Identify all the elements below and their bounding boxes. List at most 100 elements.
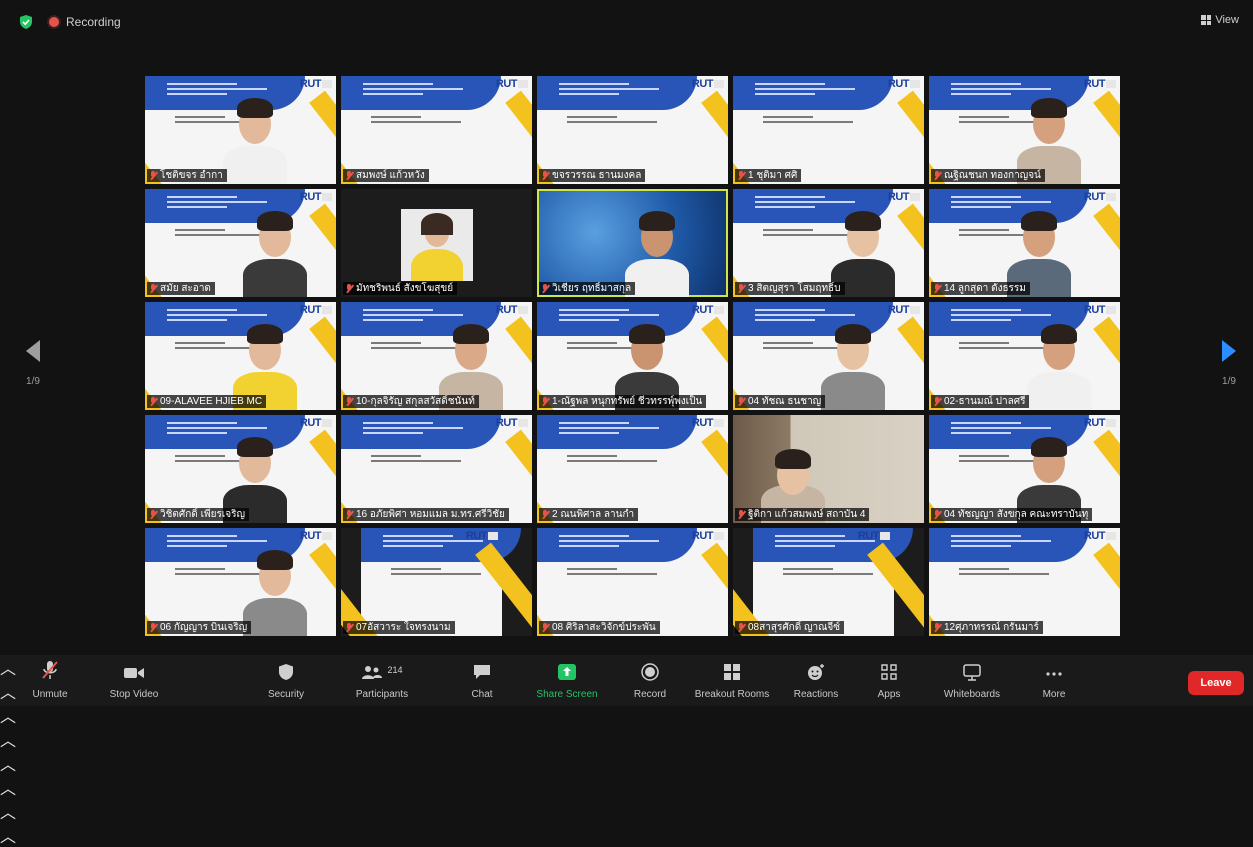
participant-name: มัทชริพนธ์ สังขโฆสุขย์ — [356, 283, 454, 294]
microphone-muted-icon — [738, 284, 745, 293]
microphone-muted-icon — [542, 171, 549, 180]
participant-name: 16 อภัยพิศา หอมแมล ม.ทร.ศรีวิชัย — [356, 509, 505, 520]
rut-logo: RUT — [692, 530, 724, 542]
record-button[interactable]: Record — [630, 655, 670, 706]
participant-tile[interactable]: RUT 12ศุภาทรรณ์ กรันมาร์ — [929, 528, 1120, 636]
microphone-muted-icon — [542, 510, 549, 519]
participant-tile[interactable]: มัทชริพนธ์ สังขโฆสุขย์ — [341, 189, 532, 297]
participant-name: 09-ALAVEE HJIEB MC — [160, 396, 263, 407]
participant-tile[interactable]: RUT 16 อภัยพิศา หอมแมล ม.ทร.ศรีวิชัย — [341, 415, 532, 523]
participant-name: 3 สิตญสุรา โสมฤทธิ์บ — [748, 283, 841, 294]
participant-name-label: 07อัสวาระ ใจทรงนาม — [343, 621, 455, 634]
more-label: More — [1042, 689, 1066, 700]
apps-options-chevron-icon[interactable]: ︿ — [0, 799, 1253, 823]
page-indicator-right: 1/9 — [1222, 376, 1236, 387]
participant-tile[interactable]: RUT 09-ALAVEE HJIEB MC — [145, 302, 336, 410]
microphone-muted-icon — [542, 623, 549, 632]
participant-name: 02-ธานมณ์ ปาลศรี — [944, 396, 1026, 407]
participant-name-label: ขจรวรรณ ธานมงคล — [539, 169, 646, 182]
view-button[interactable]: View — [1201, 14, 1239, 26]
participant-name-label: มัทชริพนธ์ สังขโฆสุขย์ — [343, 282, 458, 295]
more-button[interactable]: More — [1036, 655, 1072, 706]
rut-logo: RUT — [300, 78, 332, 90]
chat-button[interactable]: Chat — [464, 655, 500, 706]
participants-button[interactable]: 214 Participants — [350, 655, 414, 706]
participant-tile[interactable]: RUT 14 ลูกสุดา ดังธรรม — [929, 189, 1120, 297]
participant-tile[interactable]: RUT 02-ธานมณ์ ปาลศรี — [929, 302, 1120, 410]
smiley-plus-icon — [806, 655, 826, 681]
participant-name: โชติขจร อำกา — [160, 170, 223, 181]
participant-name: 04 ทัชณ ธนชาญ — [748, 396, 822, 407]
microphone-muted-icon — [934, 397, 941, 406]
participant-tile[interactable]: RUT 04 ทัชณ ธนชาญ — [733, 302, 924, 410]
microphone-muted-icon — [150, 284, 157, 293]
rut-logo: RUT — [496, 78, 528, 90]
previous-page-button[interactable]: 1/9 — [18, 340, 48, 387]
microphone-muted-icon — [150, 171, 157, 180]
recording-indicator-icon — [49, 17, 59, 27]
participants-options-chevron-icon[interactable]: ︿ — [0, 703, 1253, 727]
meeting-toolbar: Unmute ︿ Stop Video ︿ Security 214 Parti… — [0, 655, 1253, 846]
reactions-button[interactable]: Reactions — [790, 655, 842, 706]
breakout-rooms-button[interactable]: Breakout Rooms — [690, 655, 774, 706]
reactions-options-chevron-icon[interactable]: ︿ — [0, 775, 1253, 799]
participant-name: 06 กัญญาร บินเจริญ — [160, 622, 248, 633]
participant-tile[interactable]: RUT 2 ณนพิศาล ลานกำ — [537, 415, 728, 523]
participant-name: 10-กุลจิรัญ สกุลสวัสดิ์ชนันท์ — [356, 396, 475, 407]
encryption-shield-icon[interactable] — [19, 15, 33, 29]
microphone-muted-icon — [934, 284, 941, 293]
participants-label: Participants — [355, 689, 409, 700]
participant-tile[interactable]: RUT สมัย สะอาด — [145, 189, 336, 297]
participant-video — [235, 189, 315, 297]
share-options-chevron-icon[interactable]: ︿ — [0, 751, 1253, 775]
microphone-muted-icon — [738, 510, 745, 519]
whiteboards-button[interactable]: Whiteboards — [938, 655, 1006, 706]
participant-tile[interactable]: RUT 08 ศิริลาสะวิจักข์ประพัน — [537, 528, 728, 636]
participant-tile[interactable]: RUT ขจรวรรณ ธานมงคล — [537, 76, 728, 184]
participant-tile[interactable]: RUT 1-ณัฐพล หนุกทรัพย์ ชีวทรรพุ์พงเป็น — [537, 302, 728, 410]
profile-photo — [401, 209, 473, 281]
participant-name-label: สมพงษ์ แก้วหวัง — [343, 169, 429, 182]
whiteboards-options-chevron-icon[interactable]: ︿ — [0, 823, 1253, 847]
leave-button[interactable]: Leave — [1188, 671, 1244, 695]
chat-options-chevron-icon[interactable]: ︿ — [0, 727, 1253, 751]
participant-tile[interactable]: RUT 3 สิตญสุรา โสมฤทธิ์บ — [733, 189, 924, 297]
microphone-muted-icon — [41, 655, 59, 681]
participant-tile[interactable]: RUT 1 ชุติมา ศศิ — [733, 76, 924, 184]
participant-name: 2 ณนพิศาล ลานกำ — [552, 509, 635, 520]
stop-video-button[interactable]: Stop Video — [102, 655, 166, 706]
breakout-rooms-icon — [723, 655, 741, 681]
rut-logo: RUT — [692, 417, 724, 429]
participant-tile[interactable]: RUT สมพงษ์ แก้วหวัง — [341, 76, 532, 184]
security-button[interactable]: Security — [260, 655, 312, 706]
apps-button[interactable]: Apps — [872, 655, 906, 706]
participant-name: 1 ชุติมา ศศิ — [748, 170, 798, 181]
rut-logo: RUT — [466, 530, 498, 542]
microphone-muted-icon — [346, 623, 353, 632]
unmute-button[interactable]: Unmute — [22, 655, 78, 706]
microphone-muted-icon — [738, 623, 745, 632]
participant-name: 14 ลูกสุดา ดังธรรม — [944, 283, 1026, 294]
apps-label: Apps — [877, 689, 901, 700]
participant-name-label: 12ศุภาทรรณ์ กรันมาร์ — [931, 621, 1043, 634]
participant-tile[interactable]: วิเชียร ฤทธิ์มาสกุล — [537, 189, 728, 297]
participant-tile[interactable]: ฐิติกา แก้วสมพงษ์ สถาบัน 4 — [733, 415, 924, 523]
participant-tile[interactable]: RUT วิชิตศักดิ์ เพียรเจริญ — [145, 415, 336, 523]
next-page-button[interactable]: 1/9 — [1214, 340, 1244, 387]
microphone-muted-icon — [346, 510, 353, 519]
participant-video — [1009, 415, 1089, 523]
participant-video — [431, 302, 511, 410]
participant-name-label: ฐิติกา แก้วสมพงษ์ สถาบัน 4 — [735, 508, 870, 521]
share-screen-button[interactable]: Share Screen — [534, 655, 600, 706]
participant-tile[interactable]: RUT โชติขจร อำกา — [145, 76, 336, 184]
participant-tile[interactable]: RUT 07อัสวาระ ใจทรงนาม — [341, 528, 532, 636]
participant-video — [999, 189, 1079, 297]
participant-tile[interactable]: RUT ณฐิณชนก ทองกาญจน์ — [929, 76, 1120, 184]
participant-tile[interactable]: RUT 06 กัญญาร บินเจริญ — [145, 528, 336, 636]
rut-logo: RUT — [858, 530, 890, 542]
participant-tile[interactable]: RUT 10-กุลจิรัญ สกุลสวัสดิ์ชนันท์ — [341, 302, 532, 410]
participant-tile[interactable]: RUT 04 ทัชญญา สังขกุล คณะทราบันทุ — [929, 415, 1120, 523]
participant-name-label: 10-กุลจิรัญ สกุลสวัสดิ์ชนันท์ — [343, 395, 479, 408]
participant-name-label: 3 สิตญสุรา โสมฤทธิ์บ — [735, 282, 845, 295]
participant-tile[interactable]: RUT 08สาสุรศักดิ์ ญาณจีซ์ — [733, 528, 924, 636]
